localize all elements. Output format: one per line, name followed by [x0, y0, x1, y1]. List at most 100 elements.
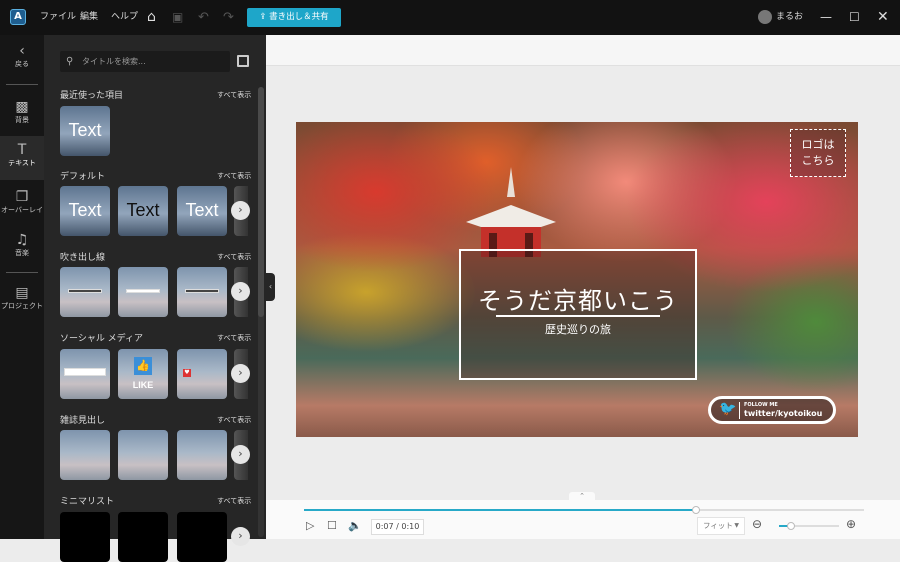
social-template[interactable]: 👍 LIKE: [118, 349, 168, 399]
search-placeholder: タイトルを検索...: [82, 57, 146, 66]
maximize-icon[interactable]: ☐: [849, 0, 860, 35]
play-icon[interactable]: ▷: [306, 519, 314, 532]
title-overlay[interactable]: そうだ京都いこう 歴史巡りの旅: [459, 249, 697, 380]
left-rail: ‹ 戻る ▩ 背景 T テキスト ❐ オーバーレイ ♫ 音楽 ▤ プロジェクト: [0, 35, 44, 539]
next-arrow-button[interactable]: ›: [231, 364, 250, 383]
rail-label: 音楽: [15, 249, 29, 257]
video-title: そうだ京都いこう: [478, 287, 678, 315]
magazine-template[interactable]: [60, 430, 110, 480]
text-template[interactable]: Text: [60, 186, 110, 236]
rail-item-text[interactable]: T テキスト: [0, 136, 44, 180]
section-title: 最近使った項目: [60, 91, 124, 101]
title-underline: [496, 315, 660, 317]
section-title: 雑誌見出し: [60, 416, 106, 426]
minimal-template[interactable]: [177, 512, 227, 562]
collapse-panel-button[interactable]: ‹: [266, 273, 275, 301]
social-template[interactable]: ♥: [177, 349, 227, 399]
progress-handle[interactable]: [692, 506, 700, 514]
close-icon[interactable]: ✕: [877, 0, 889, 35]
twitter-badge[interactable]: 🐦 FOLLOW ME twitter/kyotoikou: [708, 396, 836, 424]
callout-template[interactable]: [118, 267, 168, 317]
template-preview: [68, 289, 102, 293]
see-all-link[interactable]: すべて表示: [217, 333, 251, 343]
redo-icon[interactable]: ↷: [223, 0, 234, 35]
background-icon: ▩: [15, 99, 29, 115]
panel-scrollbar[interactable]: [258, 87, 264, 537]
zoom-handle[interactable]: [787, 522, 795, 530]
volume-icon[interactable]: 🔈: [348, 519, 362, 532]
expand-timeline-button[interactable]: ⌃: [569, 492, 595, 501]
next-arrow-button[interactable]: ›: [231, 201, 250, 220]
minimal-template[interactable]: [60, 512, 110, 562]
rail-label: テキスト: [8, 159, 36, 167]
see-all-link[interactable]: すべて表示: [217, 496, 251, 506]
next-arrow-button[interactable]: ›: [231, 282, 250, 301]
grid-view-icon[interactable]: [237, 55, 249, 67]
menu-help[interactable]: ヘルプ: [111, 0, 138, 35]
player-controls: ⌃ ▷ ☐ 🔈 0:07 / 0:10 フィット ▼ ⊖ ⊕: [266, 492, 900, 539]
scrollbar-thumb[interactable]: [258, 87, 264, 317]
see-all-link[interactable]: すべて表示: [217, 252, 251, 262]
section-title: ミニマリスト: [60, 497, 115, 507]
logo-placeholder[interactable]: ロゴは こちら: [790, 129, 846, 177]
text-template[interactable]: Text: [118, 186, 168, 236]
zoom-in-icon[interactable]: ⊕: [846, 517, 856, 531]
magazine-template[interactable]: [177, 430, 227, 480]
rail-label: 背景: [15, 116, 29, 124]
user-name[interactable]: まるお: [776, 0, 803, 35]
next-arrow-button[interactable]: ›: [231, 445, 250, 464]
social-template[interactable]: [60, 349, 110, 399]
section-title: デフォルト: [60, 172, 106, 182]
template-preview: [64, 368, 106, 376]
like-label: LIKE: [132, 380, 154, 390]
thumbs-up-icon: 👍: [134, 357, 152, 375]
home-icon[interactable]: ⌂: [147, 0, 156, 35]
template-label: Text: [185, 200, 219, 220]
export-label: 書き出し＆共有: [269, 12, 329, 22]
upload-icon: ⇪: [259, 12, 270, 22]
rail-item-overlay[interactable]: ❐ オーバーレイ: [0, 185, 44, 221]
project-icon: ▤: [15, 285, 29, 301]
next-arrow-button[interactable]: ›: [231, 527, 250, 546]
callout-template[interactable]: [177, 267, 227, 317]
menu-edit[interactable]: 編集: [80, 0, 98, 35]
preview-header: [266, 35, 900, 66]
playback-progress[interactable]: [304, 506, 864, 514]
zoom-out-icon[interactable]: ⊖: [752, 517, 762, 531]
chevron-left-icon: ‹: [19, 43, 25, 59]
avatar[interactable]: [758, 10, 772, 24]
rail-label: プロジェクト: [1, 302, 43, 310]
export-share-button[interactable]: ⇪ 書き出し＆共有: [247, 8, 341, 27]
text-template[interactable]: Text: [60, 106, 110, 156]
search-icon: ⚲: [66, 56, 74, 67]
text-template[interactable]: Text: [177, 186, 227, 236]
text-icon: T: [17, 142, 27, 158]
see-all-link[interactable]: すべて表示: [217, 171, 251, 181]
progress-fill: [304, 509, 696, 511]
dropdown-icon: ▼: [734, 522, 739, 529]
back-button[interactable]: ‹ 戻る: [0, 43, 44, 69]
undo-icon[interactable]: ↶: [198, 0, 209, 35]
magazine-template[interactable]: [118, 430, 168, 480]
twitter-handle: twitter/kyotoikou: [744, 409, 823, 418]
rail-item-background[interactable]: ▩ 背景: [0, 95, 44, 131]
minimize-icon[interactable]: —: [820, 0, 832, 35]
see-all-link[interactable]: すべて表示: [217, 90, 251, 100]
twitter-icon: 🐦: [719, 401, 737, 417]
save-icon[interactable]: ▣: [172, 0, 183, 35]
rail-item-music[interactable]: ♫ 音楽: [0, 228, 44, 264]
zoom-slider[interactable]: [779, 522, 839, 530]
rail-item-project[interactable]: ▤ プロジェクト: [0, 281, 44, 317]
minimal-template[interactable]: [118, 512, 168, 562]
video-preview[interactable]: ロゴは こちら そうだ京都いこう 歴史巡りの旅 🐦 FOLLOW ME twit…: [296, 122, 858, 437]
search-input[interactable]: ⚲ タイトルを検索...: [60, 51, 230, 72]
stop-icon[interactable]: ☐: [327, 519, 337, 532]
logo-text: ロゴは こちら: [801, 138, 835, 167]
back-label: 戻る: [15, 60, 29, 68]
menu-file[interactable]: ファイル: [40, 0, 76, 35]
divider: [6, 84, 38, 85]
callout-template[interactable]: [60, 267, 110, 317]
zoom-fit-select[interactable]: フィット ▼: [697, 517, 745, 535]
see-all-link[interactable]: すべて表示: [217, 415, 251, 425]
fit-label: フィット: [703, 521, 733, 530]
